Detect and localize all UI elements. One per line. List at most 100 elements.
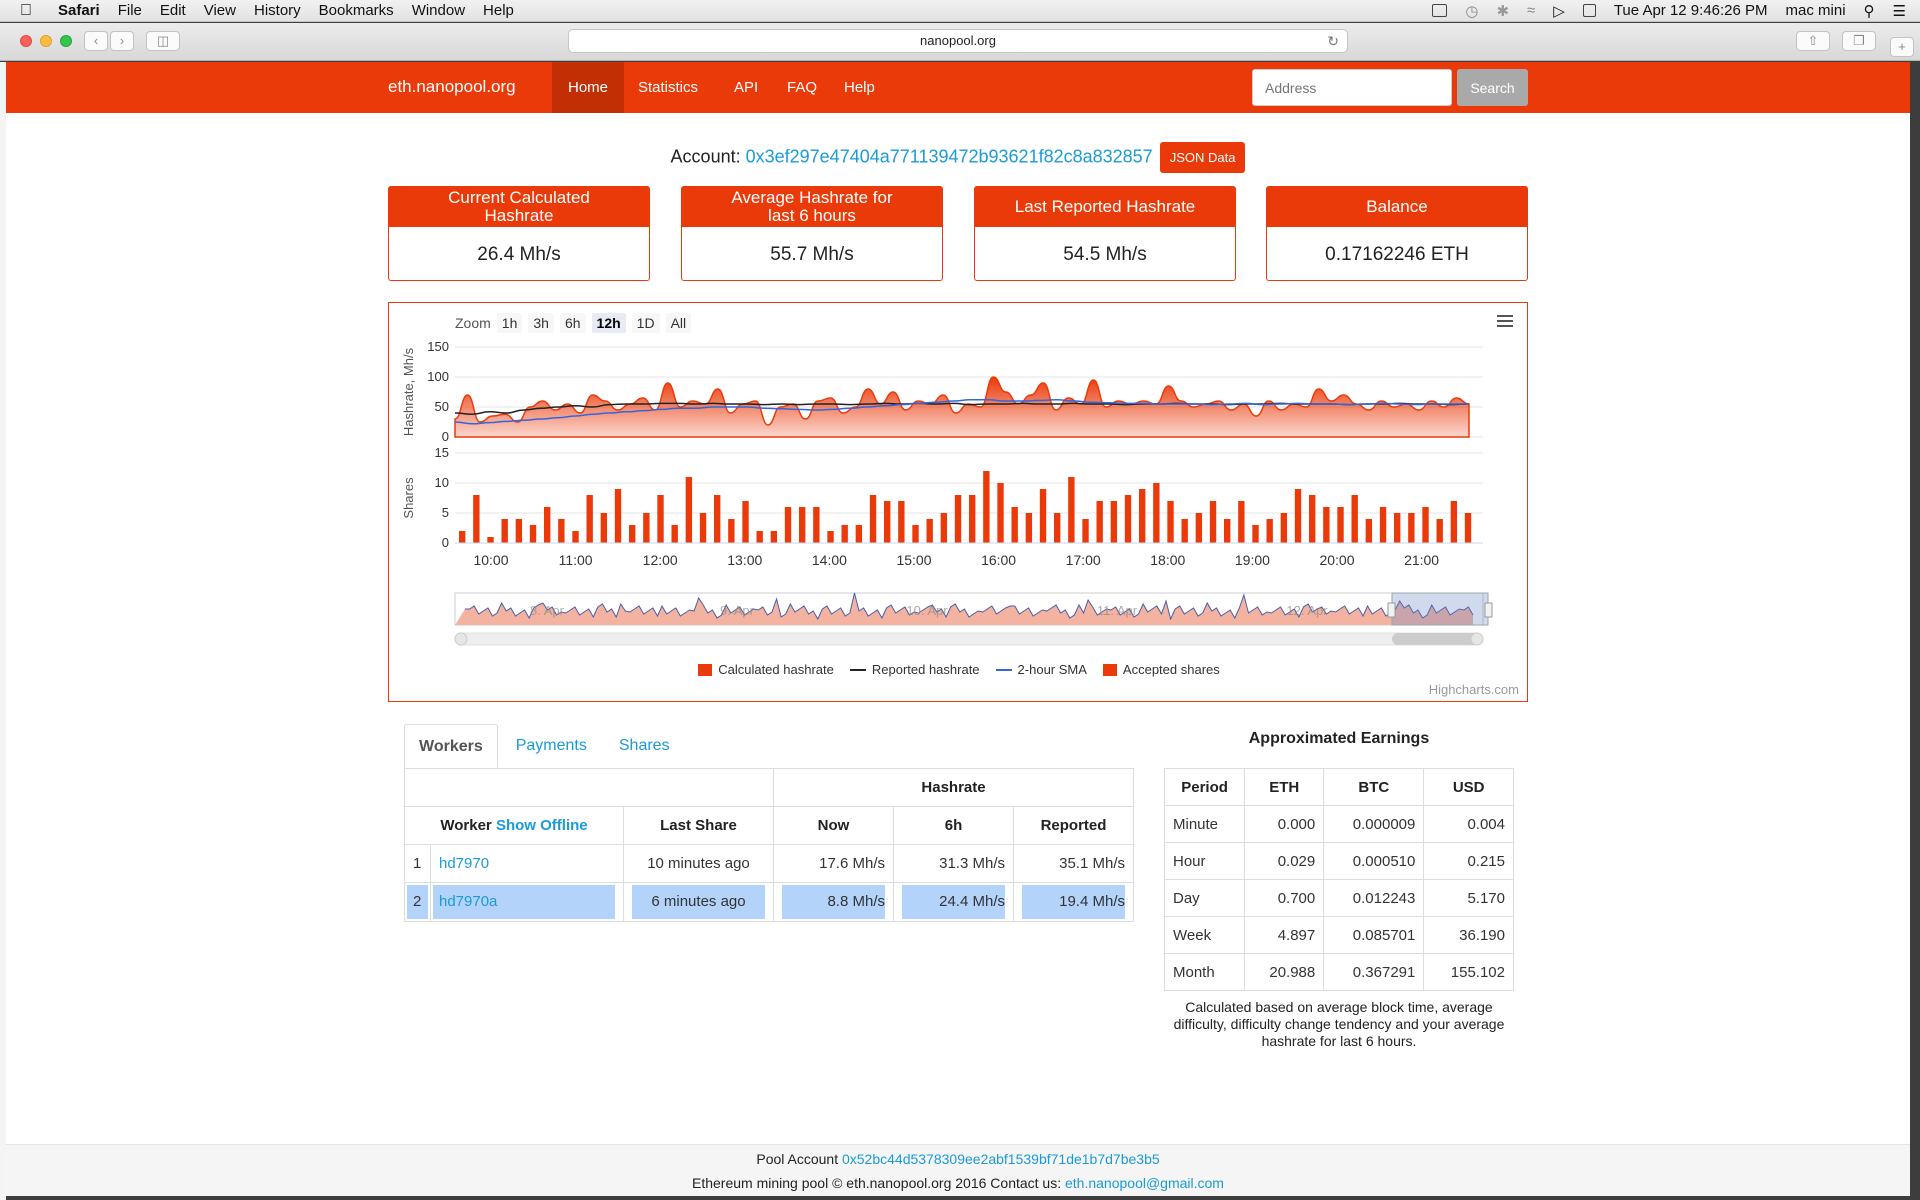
zoom-window-button[interactable] — [60, 35, 72, 47]
account-line: Account: 0x3ef297e47404a771139472b93621f… — [6, 142, 1910, 173]
json-data-button[interactable]: JSON Data — [1159, 142, 1246, 173]
tab-workers[interactable]: Workers — [404, 724, 498, 768]
keyboard-icon[interactable] — [1582, 4, 1596, 17]
share-button[interactable]: ⇧ — [1796, 31, 1830, 51]
usd-cell: 0.215 — [1423, 842, 1514, 880]
legend-sma[interactable]: 2-hour SMA — [995, 662, 1087, 677]
hashrate-tick-label: 50 — [435, 399, 449, 414]
tabs-overview-button[interactable]: ❐ — [1842, 31, 1876, 51]
navigator-label: 9. Apr — [720, 603, 755, 618]
legend-calculated[interactable]: Calculated hashrate — [698, 662, 834, 677]
address-bar[interactable]: nanopool.org ↻ — [568, 29, 1348, 53]
site-brand[interactable]: eth.nanopool.org — [388, 77, 516, 97]
tab-shares[interactable]: Shares — [605, 724, 684, 767]
navigator-label: 12. Apr — [1286, 603, 1328, 618]
pool-account-link[interactable]: 0x52bc44d5378309ee2abf1539bf71de1b7d7be3… — [842, 1151, 1160, 1167]
table-row: 1 hd7970 10 minutes ago 17.6 Mh/s 31.3 M… — [404, 844, 1134, 883]
web-page: eth.nanopool.org Home Statistics API FAQ… — [6, 62, 1910, 1196]
nav-statistics[interactable]: Statistics — [622, 62, 714, 113]
worker-tabs: Workers Payments Shares — [404, 724, 688, 770]
legend-swatch — [995, 668, 1012, 671]
share-bar — [1337, 507, 1344, 543]
share-bar — [685, 477, 693, 543]
contact-email-link[interactable]: eth.nanopool@gmail.com — [1065, 1175, 1224, 1191]
share-bar — [813, 507, 820, 543]
tabs-icon: ❐ — [1853, 33, 1865, 48]
time-machine-icon[interactable]: ◷ — [1465, 2, 1478, 20]
share-bar — [1365, 519, 1373, 543]
scroll-right-button — [1470, 632, 1484, 646]
volume-icon[interactable]: ▷ — [1553, 2, 1565, 20]
navigator-selection — [1391, 592, 1489, 626]
menu-bookmarks[interactable]: Bookmarks — [319, 2, 394, 19]
zoom-1h-button[interactable]: 1h — [496, 313, 523, 333]
nav-home[interactable]: Home — [552, 62, 625, 113]
show-offline-link[interactable]: Show Offline — [496, 817, 588, 834]
share-bar — [1025, 513, 1033, 543]
menu-help[interactable]: Help — [483, 2, 514, 19]
earnings-table: Period ETH BTC USD Minute 0.000 0.000009… — [1163, 768, 1514, 991]
minimize-window-button[interactable] — [40, 35, 52, 47]
chart-menu-icon[interactable] — [1497, 315, 1513, 330]
address-search-input[interactable] — [1252, 69, 1452, 106]
account-address-link[interactable]: 0x3ef297e47404a771139472b93621f82c8a8328… — [746, 146, 1153, 166]
copyright-line: Ethereum mining pool © eth.nanopool.org … — [6, 1175, 1910, 1191]
now-header[interactable]: Now — [773, 806, 894, 845]
legend-shares[interactable]: Accepted shares — [1102, 662, 1220, 677]
eth-cell: 0.700 — [1244, 879, 1325, 917]
usd-header: USD — [1423, 768, 1514, 806]
last-share-header[interactable]: Last Share — [623, 806, 774, 845]
zoom-1d-button[interactable]: 1D — [631, 313, 660, 333]
nav-faq[interactable]: FAQ — [771, 62, 833, 113]
hashrate-chart[interactable]: 0 50 100 150 0 5 10 15 Hashrate, Mh/s Shares 10:00… — [389, 303, 1529, 703]
hashrate-axis-title: Hashrate, Mh/s — [401, 347, 416, 436]
wifi-icon[interactable]: ≈ — [1527, 2, 1535, 19]
menu-window[interactable]: Window — [412, 2, 465, 19]
share-bar — [515, 519, 523, 543]
shares-tick-label: 0 — [442, 535, 449, 550]
hashrate-chart-panel: 0 50 100 150 0 5 10 15 Hashrate, Mh/s Shares 10:00… — [388, 302, 1528, 702]
apple-icon[interactable]:  — [20, 2, 42, 20]
menu-view[interactable]: View — [204, 2, 236, 19]
legend-reported[interactable]: Reported hashrate — [849, 662, 980, 677]
worker-link[interactable]: hd7970a — [433, 885, 615, 919]
nav-help[interactable]: Help — [828, 62, 891, 113]
new-tab-button[interactable]: + — [1890, 37, 1914, 57]
6h-header[interactable]: 6h — [893, 806, 1014, 845]
notification-center-icon[interactable]: ☰ — [1893, 2, 1906, 20]
worker-link[interactable]: hd7970 — [439, 855, 489, 872]
zoom-12h-button[interactable]: 12h — [591, 313, 626, 333]
table-row: 2 hd7970a 6 minutes ago 8.8 Mh/s 24.4 Mh… — [404, 882, 1134, 922]
highcharts-credit-link[interactable]: Highcharts.com — [1429, 682, 1519, 697]
spotlight-icon[interactable]: ⚲ — [1864, 2, 1875, 20]
navigator-label: 8. Apr — [530, 603, 565, 618]
menu-history[interactable]: History — [254, 2, 301, 19]
search-button[interactable]: Search — [1457, 69, 1528, 106]
forward-button[interactable]: › — [110, 31, 134, 51]
usd-cell: 155.102 — [1423, 953, 1514, 991]
zoom-all-button[interactable]: All — [665, 313, 692, 333]
share-bar — [1323, 507, 1330, 543]
tab-payments[interactable]: Payments — [502, 724, 601, 767]
last-share-cell: 10 minutes ago — [623, 844, 774, 883]
bluetooth-icon[interactable]: ✱ — [1496, 2, 1509, 20]
header-spacer — [404, 768, 774, 807]
share-bar — [1224, 519, 1231, 543]
menubar-user[interactable]: mac mini — [1786, 2, 1846, 19]
stat-balance: Balance 0.17162246 ETH — [1266, 186, 1528, 281]
reload-icon[interactable]: ↻ — [1327, 30, 1339, 52]
menu-file[interactable]: File — [118, 2, 142, 19]
zoom-6h-button[interactable]: 6h — [559, 313, 586, 333]
share-bar — [1351, 495, 1358, 543]
nav-api[interactable]: API — [718, 62, 774, 113]
share-bar — [898, 501, 905, 543]
menubar-clock[interactable]: Tue Apr 12 9:46:26 PM — [1614, 2, 1768, 19]
reported-header[interactable]: Reported — [1013, 806, 1134, 845]
back-button[interactable]: ‹ — [84, 31, 108, 51]
screen-icon[interactable] — [1432, 4, 1448, 17]
sidebar-toggle-button[interactable]: ◫ — [146, 31, 180, 51]
close-window-button[interactable] — [20, 35, 32, 47]
zoom-3h-button[interactable]: 3h — [528, 313, 554, 333]
menu-app-name[interactable]: Safari — [58, 2, 100, 19]
menu-edit[interactable]: Edit — [160, 2, 186, 19]
